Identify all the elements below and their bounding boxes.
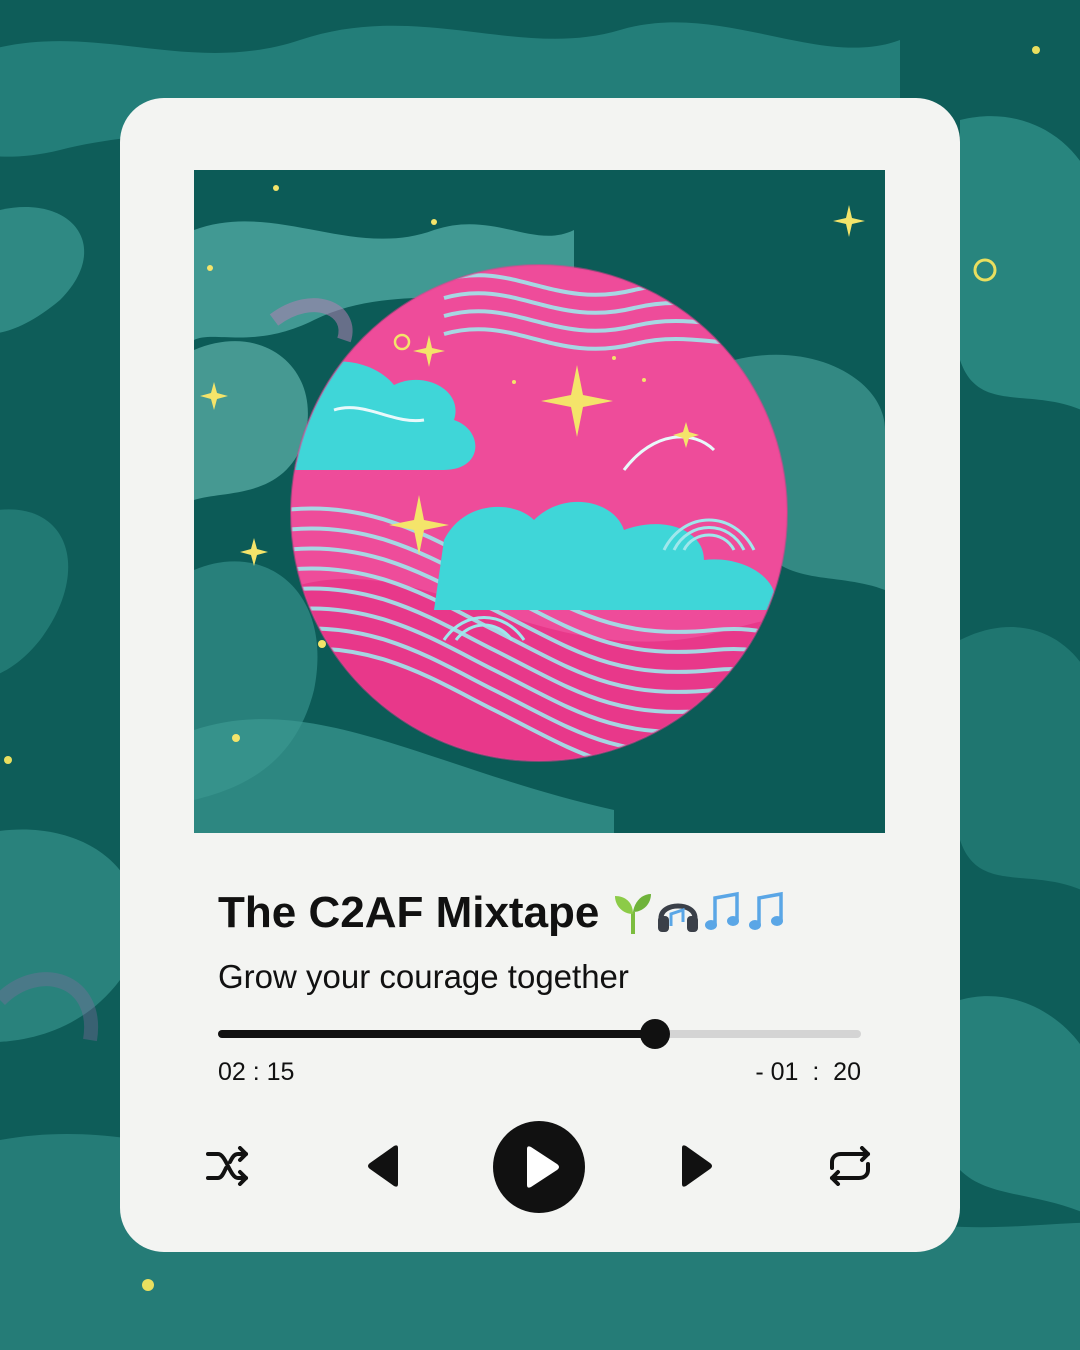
seedling-icon xyxy=(615,894,652,934)
track-subtitle: Grow your courage together xyxy=(218,958,629,995)
next-icon xyxy=(682,1145,712,1187)
music-notes-icon xyxy=(705,891,740,930)
remaining-time: - 01 : 20 xyxy=(755,1058,861,1086)
track-title-text: The C2AF Mixtape xyxy=(218,888,600,937)
repeat-button[interactable] xyxy=(822,1138,878,1194)
music-player-card: The C2AF Mixtape Grow your courage toget… xyxy=(120,98,960,1252)
repeat-icon xyxy=(830,1146,870,1186)
progress-bar[interactable] xyxy=(218,1019,861,1049)
progress-knob[interactable] xyxy=(640,1019,671,1049)
music-notes-icon xyxy=(749,891,784,930)
headphones-icon xyxy=(658,903,699,932)
previous-button[interactable] xyxy=(356,1138,412,1194)
track-title: The C2AF Mixtape xyxy=(218,888,789,938)
play-button[interactable] xyxy=(493,1121,585,1213)
play-icon xyxy=(527,1146,559,1188)
title-emoji-group xyxy=(613,890,789,936)
progress-fill xyxy=(218,1030,656,1038)
shuffle-icon xyxy=(206,1146,248,1186)
album-artwork xyxy=(194,170,885,833)
elapsed-time: 02 : 15 xyxy=(218,1058,295,1086)
next-button[interactable] xyxy=(668,1138,724,1194)
shuffle-button[interactable] xyxy=(200,1138,256,1194)
previous-icon xyxy=(368,1145,398,1187)
